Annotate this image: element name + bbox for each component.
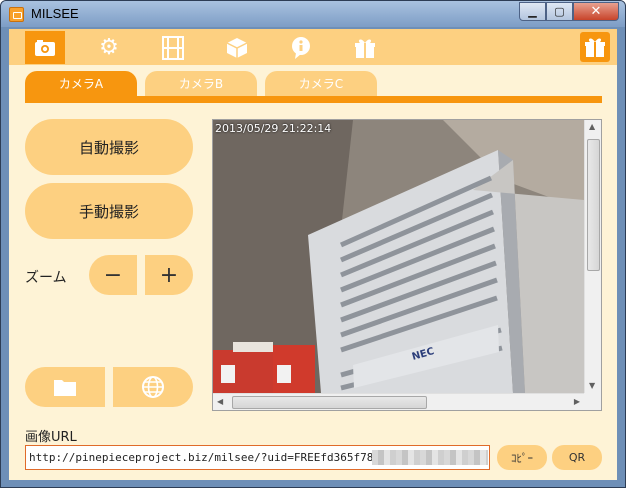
film-icon	[162, 36, 184, 60]
tab-label: カメラC	[298, 77, 344, 91]
toolbar-present-button[interactable]	[580, 32, 610, 62]
window-title: MILSEE	[31, 6, 79, 21]
maximize-icon: ▢	[554, 5, 565, 18]
redacted-mosaic	[372, 450, 488, 465]
plus-icon: +	[159, 262, 179, 288]
tab-label: カメラB	[178, 77, 224, 91]
vertical-scrollbar[interactable]: ▲ ▼	[584, 120, 601, 393]
globe-icon	[142, 376, 164, 398]
zoom-in-button[interactable]: +	[145, 255, 193, 295]
folder-icon	[54, 380, 76, 396]
manual-capture-button[interactable]: 手動撮影	[25, 183, 193, 239]
minus-icon: −	[103, 262, 123, 288]
tab-underline	[25, 96, 602, 103]
image-url-value: http://pinepieceproject.biz/milsee/?uid=…	[29, 451, 400, 464]
present-icon	[585, 38, 605, 57]
toolbar-settings-button[interactable]: ⚙	[89, 33, 129, 63]
main-toolbar: ⚙	[9, 29, 617, 65]
toolbar-package-button[interactable]	[217, 33, 257, 63]
title-bar[interactable]: MILSEE ▁ ▢ ✕	[1, 1, 625, 27]
tab-camera-b[interactable]: カメラB	[145, 71, 257, 96]
tab-camera-c[interactable]: カメラC	[265, 71, 377, 96]
minimize-button[interactable]: ▁	[519, 2, 546, 21]
zoom-out-button[interactable]: −	[89, 255, 137, 295]
toolbar-info-button[interactable]	[281, 33, 321, 63]
info-icon	[292, 37, 310, 59]
horizontal-scroll-thumb[interactable]	[232, 396, 427, 409]
open-web-button[interactable]	[113, 367, 193, 407]
copy-button[interactable]: ｺﾋﾟｰ	[497, 445, 547, 470]
gift-icon	[355, 39, 375, 58]
scroll-left-icon[interactable]: ◀	[217, 397, 223, 406]
window-controls: ▁ ▢ ✕	[519, 2, 619, 21]
auto-capture-button[interactable]: 自動撮影	[25, 119, 193, 175]
app-window: MILSEE ▁ ▢ ✕ ⚙ カメラA カメラB カメラC 自動撮影 手動撮影 …	[0, 0, 626, 488]
image-url-label: 画像URL	[25, 430, 77, 445]
tab-label: カメラA	[58, 77, 104, 91]
horizontal-scrollbar[interactable]: ◀ ▶	[213, 393, 584, 410]
scroll-right-icon[interactable]: ▶	[574, 397, 580, 406]
toolbar-camera-button[interactable]	[25, 31, 65, 64]
scrollbar-corner	[584, 393, 601, 410]
minimize-icon: ▁	[528, 5, 537, 18]
camera-scene: NEC	[213, 120, 584, 393]
client-area: ⚙ カメラA カメラB カメラC 自動撮影 手動撮影 ズーム − + NEC 2…	[9, 29, 617, 480]
tab-camera-a[interactable]: カメラA	[25, 71, 137, 96]
camera-viewer[interactable]: NEC 2013/05/29 21:22:14 ▲ ▼ ◀ ▶	[212, 119, 602, 411]
app-icon	[9, 7, 24, 22]
zoom-label: ズーム	[25, 270, 67, 286]
vertical-scroll-thumb[interactable]	[587, 139, 600, 271]
open-folder-button[interactable]	[25, 367, 105, 407]
image-url-field[interactable]: http://pinepieceproject.biz/milsee/?uid=…	[25, 445, 490, 470]
capture-timestamp: 2013/05/29 21:22:14	[215, 122, 332, 135]
camera-image: NEC 2013/05/29 21:22:14	[213, 120, 584, 393]
gear-icon: ⚙	[99, 35, 119, 60]
close-icon: ✕	[590, 4, 602, 19]
close-button[interactable]: ✕	[573, 2, 619, 21]
camera-icon	[35, 39, 55, 56]
maximize-button[interactable]: ▢	[546, 2, 573, 21]
scroll-up-icon[interactable]: ▲	[589, 122, 595, 131]
toolbar-gift-button[interactable]	[345, 33, 385, 63]
qr-button[interactable]: QR	[552, 445, 602, 470]
box-icon	[226, 38, 248, 58]
toolbar-video-button[interactable]	[153, 33, 193, 63]
scroll-down-icon[interactable]: ▼	[589, 381, 595, 390]
